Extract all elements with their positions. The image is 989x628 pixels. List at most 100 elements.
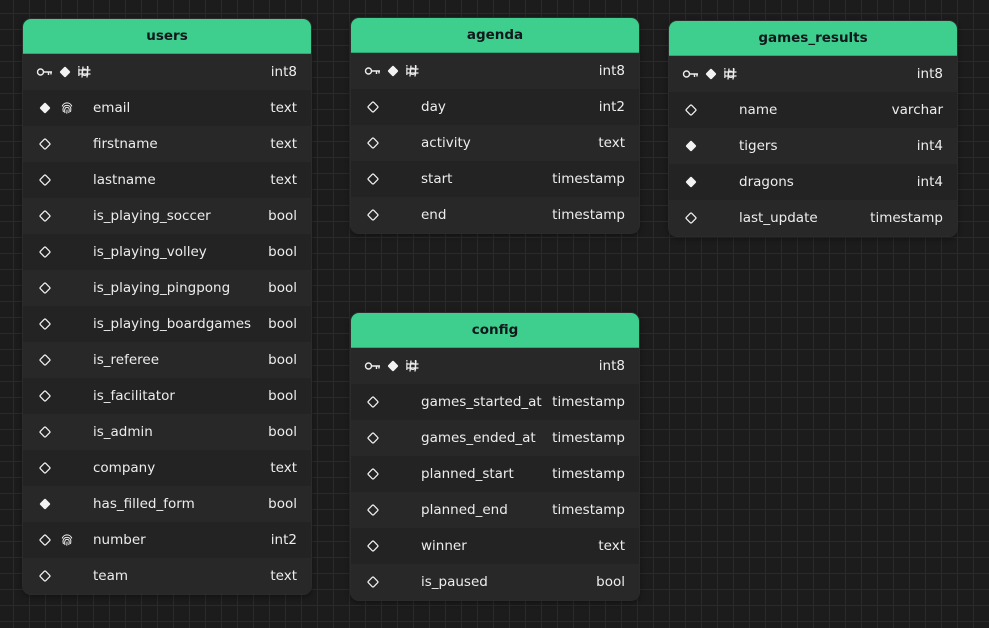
column-type: text: [270, 100, 297, 116]
column-row[interactable]: planned_end timestamp: [351, 492, 639, 528]
column-row[interactable]: planned_start timestamp: [351, 456, 639, 492]
hollow-diamond-icon: [682, 101, 700, 119]
column-row[interactable]: games_ended_at timestamp: [351, 420, 639, 456]
column-row[interactable]: activity text: [351, 125, 639, 161]
hollow-diamond-icon: [364, 501, 382, 519]
column-row[interactable]: dragons int4: [669, 164, 957, 200]
column-name: number: [93, 532, 146, 548]
table-config[interactable]: config id int8 games_started_at timestamp gam…: [350, 312, 640, 601]
column-name: id: [723, 66, 736, 82]
column-type: bool: [268, 388, 297, 404]
column-type: int8: [598, 63, 625, 79]
column-row[interactable]: company text: [23, 450, 311, 486]
column-row[interactable]: start timestamp: [351, 161, 639, 197]
column-row[interactable]: is_facilitator bool: [23, 378, 311, 414]
column-row[interactable]: winner text: [351, 528, 639, 564]
column-row[interactable]: number int2: [23, 522, 311, 558]
column-name: is_playing_volley: [93, 244, 207, 260]
column-type: int4: [916, 138, 943, 154]
hollow-diamond-icon: [36, 243, 54, 261]
column-row[interactable]: end timestamp: [351, 197, 639, 233]
column-row[interactable]: team text: [23, 558, 311, 594]
column-name: is_facilitator: [93, 388, 175, 404]
column-row[interactable]: has_filled_form bool: [23, 486, 311, 522]
column-row[interactable]: is_playing_soccer bool: [23, 198, 311, 234]
column-row[interactable]: is_playing_pingpong bool: [23, 270, 311, 306]
column-row[interactable]: id int8: [669, 56, 957, 92]
column-row[interactable]: id int8: [23, 54, 311, 90]
table-header[interactable]: config: [351, 313, 639, 348]
column-name: id: [405, 63, 418, 79]
column-icons: [23, 567, 93, 585]
column-icons: [23, 531, 93, 549]
column-name: has_filled_form: [93, 496, 195, 512]
table-games-results[interactable]: games_results id int8 name varchar tigers int4…: [668, 20, 958, 237]
column-type: timestamp: [552, 502, 625, 518]
hollow-diamond-icon: [36, 315, 54, 333]
column-name: is_playing_pingpong: [93, 280, 231, 296]
column-icons: [23, 279, 93, 297]
column-name: planned_end: [421, 502, 508, 518]
column-type: bool: [268, 208, 297, 224]
table-header[interactable]: agenda: [351, 18, 639, 53]
column-row[interactable]: is_playing_boardgames bool: [23, 306, 311, 342]
column-name: is_paused: [421, 574, 488, 590]
column-name: end: [421, 207, 447, 223]
column-row[interactable]: is_playing_volley bool: [23, 234, 311, 270]
column-name: tigers: [739, 138, 778, 154]
key-icon: [364, 357, 381, 375]
column-icons: [351, 573, 421, 591]
table-users[interactable]: users id int8 email text firstname text lastnam…: [22, 18, 312, 595]
column-icons: [351, 465, 421, 483]
table-header[interactable]: games_results: [669, 21, 957, 56]
column-type: timestamp: [552, 171, 625, 187]
column-icons: [351, 134, 421, 152]
column-icons: [351, 170, 421, 188]
column-name: lastname: [93, 172, 156, 188]
column-icons: [351, 206, 421, 224]
column-type: int2: [598, 99, 625, 115]
hollow-diamond-icon: [364, 206, 382, 224]
column-name: is_playing_soccer: [93, 208, 211, 224]
column-icons: [351, 393, 421, 411]
column-row[interactable]: id int8: [351, 53, 639, 89]
filled-diamond-icon: [36, 495, 54, 513]
column-icons: [669, 101, 739, 119]
column-row[interactable]: name varchar: [669, 92, 957, 128]
column-icons: [23, 135, 93, 153]
column-icons: [23, 423, 93, 441]
column-row[interactable]: games_started_at timestamp: [351, 384, 639, 420]
column-row[interactable]: firstname text: [23, 126, 311, 162]
column-row[interactable]: day int2: [351, 89, 639, 125]
column-name: is_referee: [93, 352, 160, 368]
column-name: planned_start: [421, 466, 514, 482]
column-type: timestamp: [552, 430, 625, 446]
column-row[interactable]: id int8: [351, 348, 639, 384]
table-agenda[interactable]: agenda id int8 day int2 activity text start time…: [350, 17, 640, 234]
hollow-diamond-icon: [364, 465, 382, 483]
column-row[interactable]: is_paused bool: [351, 564, 639, 600]
column-row[interactable]: tigers int4: [669, 128, 957, 164]
column-name: winner: [421, 538, 467, 554]
column-type: text: [598, 538, 625, 554]
column-row[interactable]: email text: [23, 90, 311, 126]
column-name: games_started_at: [421, 394, 542, 410]
column-row[interactable]: is_admin bool: [23, 414, 311, 450]
column-icons: [23, 495, 93, 513]
column-icons: [23, 387, 93, 405]
table-header[interactable]: users: [23, 19, 311, 54]
column-row[interactable]: lastname text: [23, 162, 311, 198]
column-row[interactable]: is_referee bool: [23, 342, 311, 378]
hollow-diamond-icon: [364, 573, 382, 591]
column-name: is_admin: [93, 424, 153, 440]
column-row[interactable]: last_update timestamp: [669, 200, 957, 236]
column-type: int8: [270, 64, 297, 80]
hollow-diamond-icon: [682, 209, 700, 227]
column-name: start: [421, 171, 453, 187]
column-name: name: [739, 102, 778, 118]
column-type: bool: [596, 574, 625, 590]
hollow-diamond-icon: [36, 531, 54, 549]
column-type: text: [270, 136, 297, 152]
filled-diamond-icon: [57, 63, 73, 81]
hollow-diamond-icon: [364, 393, 382, 411]
